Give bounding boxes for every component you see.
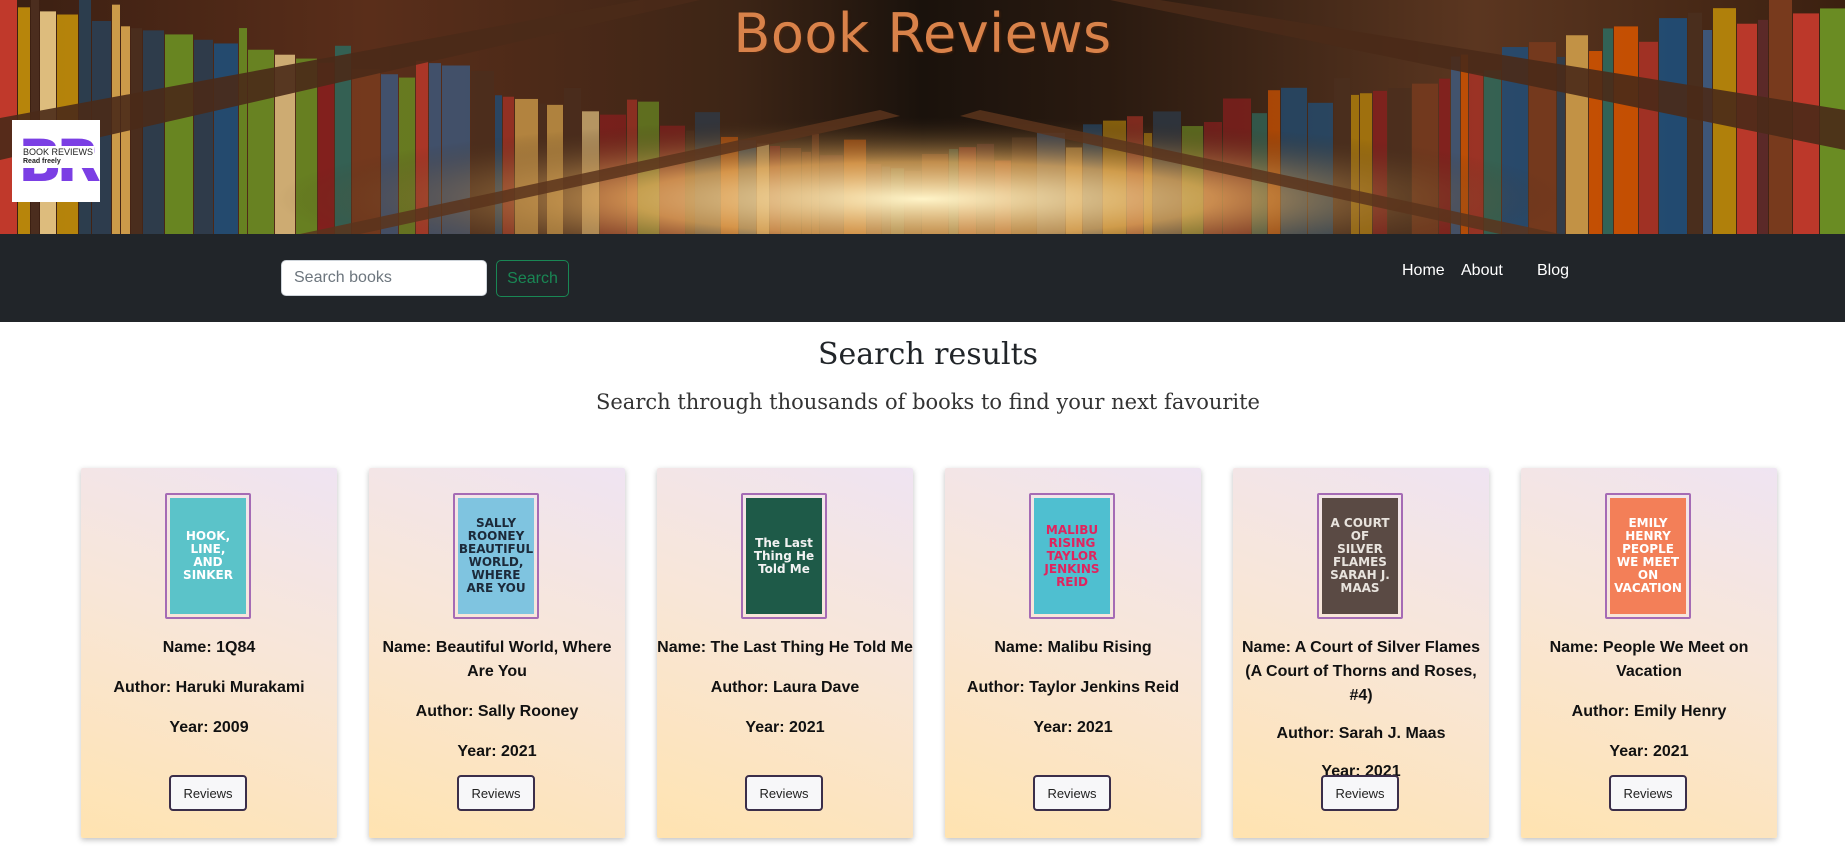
book-cover[interactable]: EMILY HENRY PEOPLE WE MEET ON VACATION — [1605, 493, 1691, 619]
book-author: Author: Taylor Jenkins Reid — [966, 679, 1180, 696]
book-author: Author: Sally Rooney — [415, 703, 579, 720]
site-title: Book Reviews — [733, 2, 1112, 65]
book-cover-art: HOOK, LINE, AND SINKER — [170, 498, 246, 614]
hero-banner: Book Reviews BR BOOK REVIEWS Read freely — [0, 0, 1845, 234]
nav-link-about[interactable]: About — [1461, 262, 1503, 280]
book-cover[interactable]: MALIBU RISING TAYLOR JENKINS REID — [1029, 493, 1115, 619]
logo-caption-title: BOOK REVIEWS — [23, 147, 94, 157]
page-subtitle: Search through thousands of books to fin… — [595, 390, 1260, 414]
book-author: Author: Haruki Murakami — [113, 679, 305, 696]
book-name: Name: 1Q84 — [162, 639, 256, 656]
reviews-button[interactable]: Reviews — [169, 775, 247, 811]
book-cover-art: A COURT OF SILVER FLAMES SARAH J. MAAS — [1322, 498, 1398, 614]
book-cover-art: EMILY HENRY PEOPLE WE MEET ON VACATION — [1610, 498, 1686, 614]
book-year: Year: 2021 — [745, 719, 825, 736]
book-year: Year: 2021 — [1609, 743, 1689, 760]
search-input[interactable] — [281, 260, 487, 296]
book-name: Name: People We Meet on Vacation — [1549, 639, 1749, 680]
book-card: EMILY HENRY PEOPLE WE MEET ON VACATION N… — [1521, 468, 1777, 838]
navbar: Search Home About Blog — [0, 234, 1845, 322]
book-cover-art: SALLY ROONEY BEAUTIFUL WORLD, WHERE ARE … — [458, 498, 534, 614]
book-year: Year: 2021 — [457, 743, 537, 760]
book-card: The Last Thing He Told Me Name: The Last… — [657, 468, 913, 838]
book-cover-art: MALIBU RISING TAYLOR JENKINS REID — [1034, 498, 1110, 614]
logo-caption-tagline: Read freely — [23, 158, 61, 165]
book-cover[interactable]: A COURT OF SILVER FLAMES SARAH J. MAAS — [1317, 493, 1403, 619]
book-cover[interactable]: The Last Thing He Told Me — [741, 493, 827, 619]
logo-caption: BOOK REVIEWS Read freely — [22, 146, 95, 168]
book-cover[interactable]: SALLY ROONEY BEAUTIFUL WORLD, WHERE ARE … — [453, 493, 539, 619]
reviews-button[interactable]: Reviews — [745, 775, 823, 811]
nav-link-home[interactable]: Home — [1402, 262, 1445, 280]
book-card: SALLY ROONEY BEAUTIFUL WORLD, WHERE ARE … — [369, 468, 625, 838]
nav-link-blog[interactable]: Blog — [1537, 262, 1569, 280]
book-name: Name: The Last Thing He Told Me — [657, 639, 913, 656]
page-title: Search results — [817, 337, 1039, 372]
book-year: Year: 2009 — [169, 719, 249, 736]
book-cover[interactable]: HOOK, LINE, AND SINKER — [165, 493, 251, 619]
reviews-button[interactable]: Reviews — [457, 775, 535, 811]
book-author: Author: Emily Henry — [1571, 703, 1727, 720]
book-card: A COURT OF SILVER FLAMES SARAH J. MAAS N… — [1233, 468, 1489, 838]
reviews-button[interactable]: Reviews — [1321, 775, 1399, 811]
book-author: Author: Sarah J. Maas — [1276, 725, 1446, 742]
book-author: Author: Laura Dave — [710, 679, 860, 696]
reviews-button[interactable]: Reviews — [1033, 775, 1111, 811]
book-name: Name: Malibu Rising — [994, 639, 1152, 656]
book-name: Name: Beautiful World, Where Are You — [382, 639, 612, 680]
search-button[interactable]: Search — [496, 260, 569, 297]
book-card: HOOK, LINE, AND SINKER Name: 1Q84 Author… — [81, 468, 337, 838]
book-year: Year: 2021 — [1033, 719, 1113, 736]
site-logo[interactable]: BR BOOK REVIEWS Read freely — [12, 120, 101, 202]
reviews-button[interactable]: Reviews — [1609, 775, 1687, 811]
book-card: MALIBU RISING TAYLOR JENKINS REID Name: … — [945, 468, 1201, 838]
book-cover-art: The Last Thing He Told Me — [746, 498, 822, 614]
book-name: Name: A Court of Silver Flames (A Court … — [1242, 639, 1480, 704]
